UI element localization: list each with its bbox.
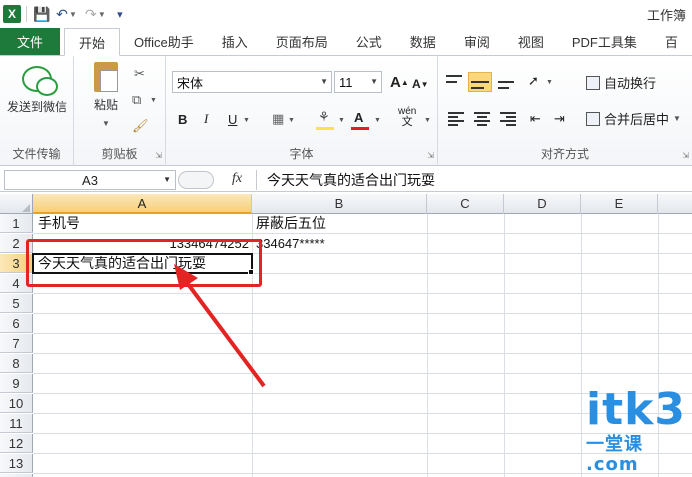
font-size-value: 11 xyxy=(339,74,353,90)
group-label-alignment: 对齐方式 xyxy=(540,147,589,161)
fill-color-dropdown-icon[interactable]: ▼ xyxy=(338,117,345,124)
separator xyxy=(26,6,27,22)
shrink-font-button[interactable]: A ▼ xyxy=(412,74,429,94)
group-label-clipboard: 剪贴板 xyxy=(101,147,138,161)
grow-font-label: A xyxy=(390,73,401,91)
copy-dropdown-icon[interactable]: ▼ xyxy=(150,97,157,104)
name-box[interactable]: A3 ▼ xyxy=(4,170,176,190)
merge-center-icon xyxy=(586,111,600,126)
borders-icon[interactable]: ▦ xyxy=(272,109,284,129)
redo-dropdown-icon[interactable]: ▼ xyxy=(98,10,106,19)
decrease-indent-icon[interactable]: ⇤ xyxy=(530,109,541,129)
merge-center-button[interactable]: 合并后居中 ▼ xyxy=(586,109,681,128)
wechat-icon xyxy=(22,66,58,96)
merge-center-label: 合并后居中 xyxy=(604,112,670,127)
merge-dropdown-icon[interactable]: ▼ xyxy=(673,114,681,123)
grow-font-button[interactable]: A ▲ xyxy=(390,72,409,92)
spreadsheet-grid: A B C D E 1234567891011121314 手机号 屏蔽后五位 … xyxy=(0,194,692,477)
paste-label: 粘贴 xyxy=(93,98,118,112)
font-name-select[interactable]: 宋体 ▼ xyxy=(172,71,332,93)
chevron-down-icon: ▼ xyxy=(370,77,378,86)
formula-bar: A3 ▼ fx 今天天气真的适合出门玩耍 xyxy=(0,168,692,192)
orientation-icon[interactable]: ➚ xyxy=(528,71,539,91)
window-title: 工作簿 xyxy=(646,8,686,23)
fill-color-icon[interactable]: ⚘ xyxy=(318,107,330,127)
tab-page-layout[interactable]: 页面布局 xyxy=(262,28,342,55)
font-color-swatch xyxy=(351,127,369,130)
font-color-dropdown-icon[interactable]: ▼ xyxy=(374,117,381,124)
chevron-down-icon: ▼ xyxy=(163,175,171,184)
watermark-cn: 一堂课 xyxy=(586,434,643,455)
align-center-icon[interactable] xyxy=(474,112,490,126)
paste-icon xyxy=(94,62,118,92)
phonetic-dropdown-icon[interactable]: ▼ xyxy=(424,117,431,124)
fill-color-swatch xyxy=(316,127,334,130)
font-size-select[interactable]: 11 ▼ xyxy=(334,71,382,93)
wrap-text-label: 自动换行 xyxy=(604,76,657,91)
ribbon: 发送到微信 文件传输 粘贴 ▼ ✂ ⧉ ▼ 🖌 剪贴板 ⇲ 宋体 ▼ 11 ▼ … xyxy=(0,56,692,166)
group-alignment: ➚ ▼ ⇤ ⇥ 自动换行 合并后居中 ▼ 对齐方式 ⇲ xyxy=(438,56,692,166)
font-color-button[interactable]: A xyxy=(354,107,363,127)
format-painter-icon[interactable]: 🖌 xyxy=(132,118,149,134)
underline-dropdown-icon[interactable]: ▼ xyxy=(243,117,250,124)
bold-button[interactable]: B xyxy=(178,109,187,129)
send-to-wechat-button[interactable]: 发送到微信 xyxy=(6,66,68,115)
watermark-logo: itk3 一堂课 .com xyxy=(586,384,686,475)
save-icon[interactable]: 💾 xyxy=(32,4,52,24)
italic-button[interactable]: I xyxy=(204,109,208,129)
wrap-text-button[interactable]: 自动换行 xyxy=(586,73,656,92)
group-clipboard: 粘贴 ▼ ✂ ⧉ ▼ 🖌 剪贴板 ⇲ xyxy=(74,56,166,166)
paste-button[interactable]: 粘贴 ▼ xyxy=(86,62,126,128)
arrow-shaft xyxy=(180,274,266,388)
tab-pdf-tools[interactable]: PDF工具集 xyxy=(558,28,651,55)
tab-view[interactable]: 视图 xyxy=(504,28,558,55)
align-bottom-icon[interactable] xyxy=(498,75,514,89)
orientation-dropdown-icon[interactable]: ▼ xyxy=(546,79,553,86)
tab-insert[interactable]: 插入 xyxy=(208,28,262,55)
font-launcher-icon[interactable]: ⇲ xyxy=(427,151,434,160)
underline-button[interactable]: U xyxy=(228,109,237,129)
customize-icon[interactable]: ▾ xyxy=(110,4,130,24)
undo-dropdown-icon[interactable]: ▼ xyxy=(69,10,77,19)
tab-formulas[interactable]: 公式 xyxy=(342,28,396,55)
paste-dropdown-icon[interactable]: ▼ xyxy=(102,119,110,128)
tab-office-assistant[interactable]: Office助手 xyxy=(120,28,208,55)
excel-logo-icon[interactable]: X xyxy=(3,5,21,23)
send-to-wechat-label: 发送到微信 xyxy=(6,100,67,114)
align-left-icon[interactable] xyxy=(448,112,464,126)
font-name-value: 宋体 xyxy=(177,75,204,91)
watermark-sub: .com xyxy=(586,454,639,475)
tab-home[interactable]: 开始 xyxy=(64,28,121,56)
group-label-font: 字体 xyxy=(289,147,314,161)
phonetic-button[interactable]: wén 文 xyxy=(398,107,416,128)
name-box-value: A3 xyxy=(82,172,98,188)
ribbon-tabs: 文件 开始 Office助手 插入 页面布局 公式 数据 审阅 视图 PDF工具… xyxy=(0,28,692,56)
alignment-launcher-icon[interactable]: ⇲ xyxy=(682,151,689,160)
formula-bar-handle[interactable] xyxy=(178,171,214,189)
cut-icon[interactable]: ✂ xyxy=(134,66,145,82)
watermark-text: itk3 xyxy=(586,384,686,435)
tab-review[interactable]: 审阅 xyxy=(450,28,504,55)
group-font: 宋体 ▼ 11 ▼ A ▲ A ▼ B I U ▼ ▦ ▼ ⚘ ▼ A ▼ wén … xyxy=(166,56,438,166)
arrow-head xyxy=(174,264,198,290)
tab-data[interactable]: 数据 xyxy=(396,28,450,55)
align-top-icon[interactable] xyxy=(446,75,462,89)
insert-function-icon[interactable]: fx xyxy=(232,171,242,187)
formula-input[interactable]: 今天天气真的适合出门玩耍 xyxy=(256,170,692,190)
shrink-font-label: A xyxy=(412,77,421,91)
borders-dropdown-icon[interactable]: ▼ xyxy=(288,117,295,124)
tab-file[interactable]: 文件 xyxy=(0,28,60,55)
group-file-transfer: 发送到微信 文件传输 xyxy=(0,56,74,166)
phonetic-icon: 文 xyxy=(401,116,413,128)
group-label-file-transfer: 文件传输 xyxy=(12,147,61,161)
align-middle-icon[interactable] xyxy=(468,72,492,92)
tab-more[interactable]: 百 xyxy=(651,28,692,55)
copy-icon[interactable]: ⧉ xyxy=(132,92,141,108)
increase-indent-icon[interactable]: ⇥ xyxy=(554,109,565,129)
clipboard-launcher-icon[interactable]: ⇲ xyxy=(155,151,162,160)
quick-access-toolbar: X 💾 ↶ ▼ ↷ ▼ ▾ 工作簿 xyxy=(0,0,692,28)
align-right-icon[interactable] xyxy=(500,112,516,126)
wrap-text-icon xyxy=(586,75,600,90)
chevron-down-icon: ▼ xyxy=(320,77,328,86)
